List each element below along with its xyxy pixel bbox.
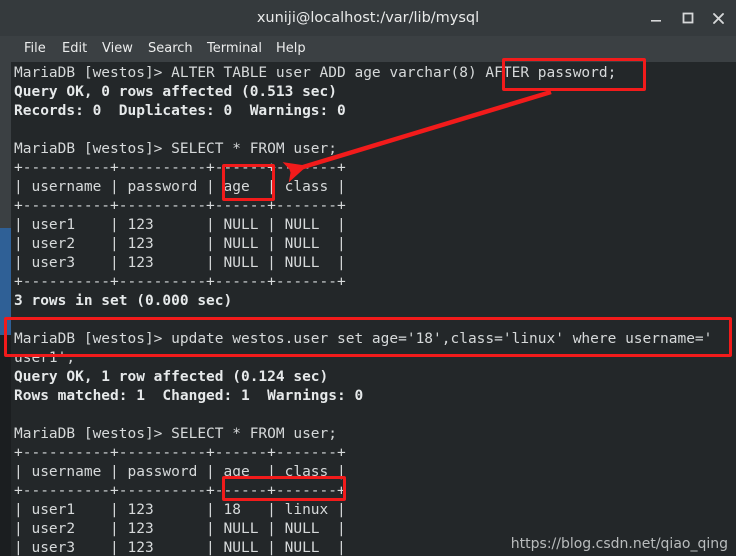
terminal-line: | user1 | 123 | 18 | linux | bbox=[14, 502, 346, 518]
menu-item-help[interactable]: Help bbox=[272, 36, 310, 62]
terminal-line: MariaDB [westos]> SELECT * FROM user; bbox=[14, 141, 338, 157]
terminal-line: MariaDB [westos]> update westos.user set… bbox=[14, 331, 713, 347]
menu-bar: File Edit View Search Terminal Help bbox=[0, 36, 736, 63]
window-title: xuniji@localhost:/var/lib/mysql bbox=[256, 10, 480, 26]
terminal-line: | user1 | 123 | NULL | NULL | bbox=[14, 217, 346, 233]
terminal-window: xuniji@localhost:/var/lib/mysql File Edi… bbox=[0, 0, 736, 556]
minimize-button[interactable] bbox=[640, 0, 672, 36]
terminal-line: | username | password | age | class | bbox=[14, 179, 346, 195]
terminal-line: Records: 0 Duplicates: 0 Warnings: 0 bbox=[14, 103, 346, 119]
terminal-line: Query OK, 1 row affected (0.124 sec) bbox=[14, 369, 329, 385]
menu-item-edit[interactable]: Edit bbox=[58, 36, 91, 62]
watermark-text: https://blog.csdn.net/qiao_qing bbox=[510, 536, 728, 552]
terminal-line: 3 rows in set (0.000 sec) bbox=[14, 293, 233, 309]
menu-item-search[interactable]: Search bbox=[144, 36, 197, 62]
terminal-line: MariaDB [westos]> ALTER TABLE user ADD a… bbox=[14, 65, 617, 81]
terminal-line: user1'; bbox=[14, 350, 76, 366]
terminal-line: | user3 | 123 | NULL | NULL | bbox=[14, 255, 346, 271]
terminal-line: +----------+----------+------+-------+ bbox=[14, 445, 346, 461]
terminal-line: +----------+----------+------+-------+ bbox=[14, 198, 346, 214]
maximize-icon bbox=[682, 12, 694, 24]
terminal-line: +----------+----------+------+-------+ bbox=[14, 483, 346, 499]
terminal-output[interactable]: MariaDB [westos]> ALTER TABLE user ADD a… bbox=[11, 62, 736, 556]
terminal-line: Query OK, 0 rows affected (0.513 sec) bbox=[14, 84, 338, 100]
scrollbar-thumb[interactable] bbox=[0, 228, 11, 335]
terminal-line: | user2 | 123 | NULL | NULL | bbox=[14, 236, 346, 252]
scrollbar[interactable] bbox=[0, 62, 11, 556]
terminal-line: Rows matched: 1 Changed: 1 Warnings: 0 bbox=[14, 388, 364, 404]
scrollbar-trough[interactable] bbox=[0, 62, 11, 228]
menu-item-view[interactable]: View bbox=[98, 36, 137, 62]
terminal-line: +----------+----------+------+-------+ bbox=[14, 160, 346, 176]
terminal-line: +----------+----------+------+-------+ bbox=[14, 274, 346, 290]
menu-item-file[interactable]: File bbox=[20, 36, 50, 62]
close-icon bbox=[712, 13, 724, 24]
window-titlebar[interactable]: xuniji@localhost:/var/lib/mysql bbox=[0, 0, 736, 37]
terminal-body[interactable]: MariaDB [westos]> ALTER TABLE user ADD a… bbox=[0, 62, 736, 556]
close-button[interactable] bbox=[702, 0, 734, 36]
menu-item-terminal[interactable]: Terminal bbox=[203, 36, 266, 62]
terminal-line: | username | password | age | class | bbox=[14, 464, 346, 480]
maximize-button[interactable] bbox=[672, 0, 704, 36]
terminal-line: MariaDB [westos]> SELECT * FROM user; bbox=[14, 426, 338, 442]
minimize-icon bbox=[651, 20, 661, 22]
